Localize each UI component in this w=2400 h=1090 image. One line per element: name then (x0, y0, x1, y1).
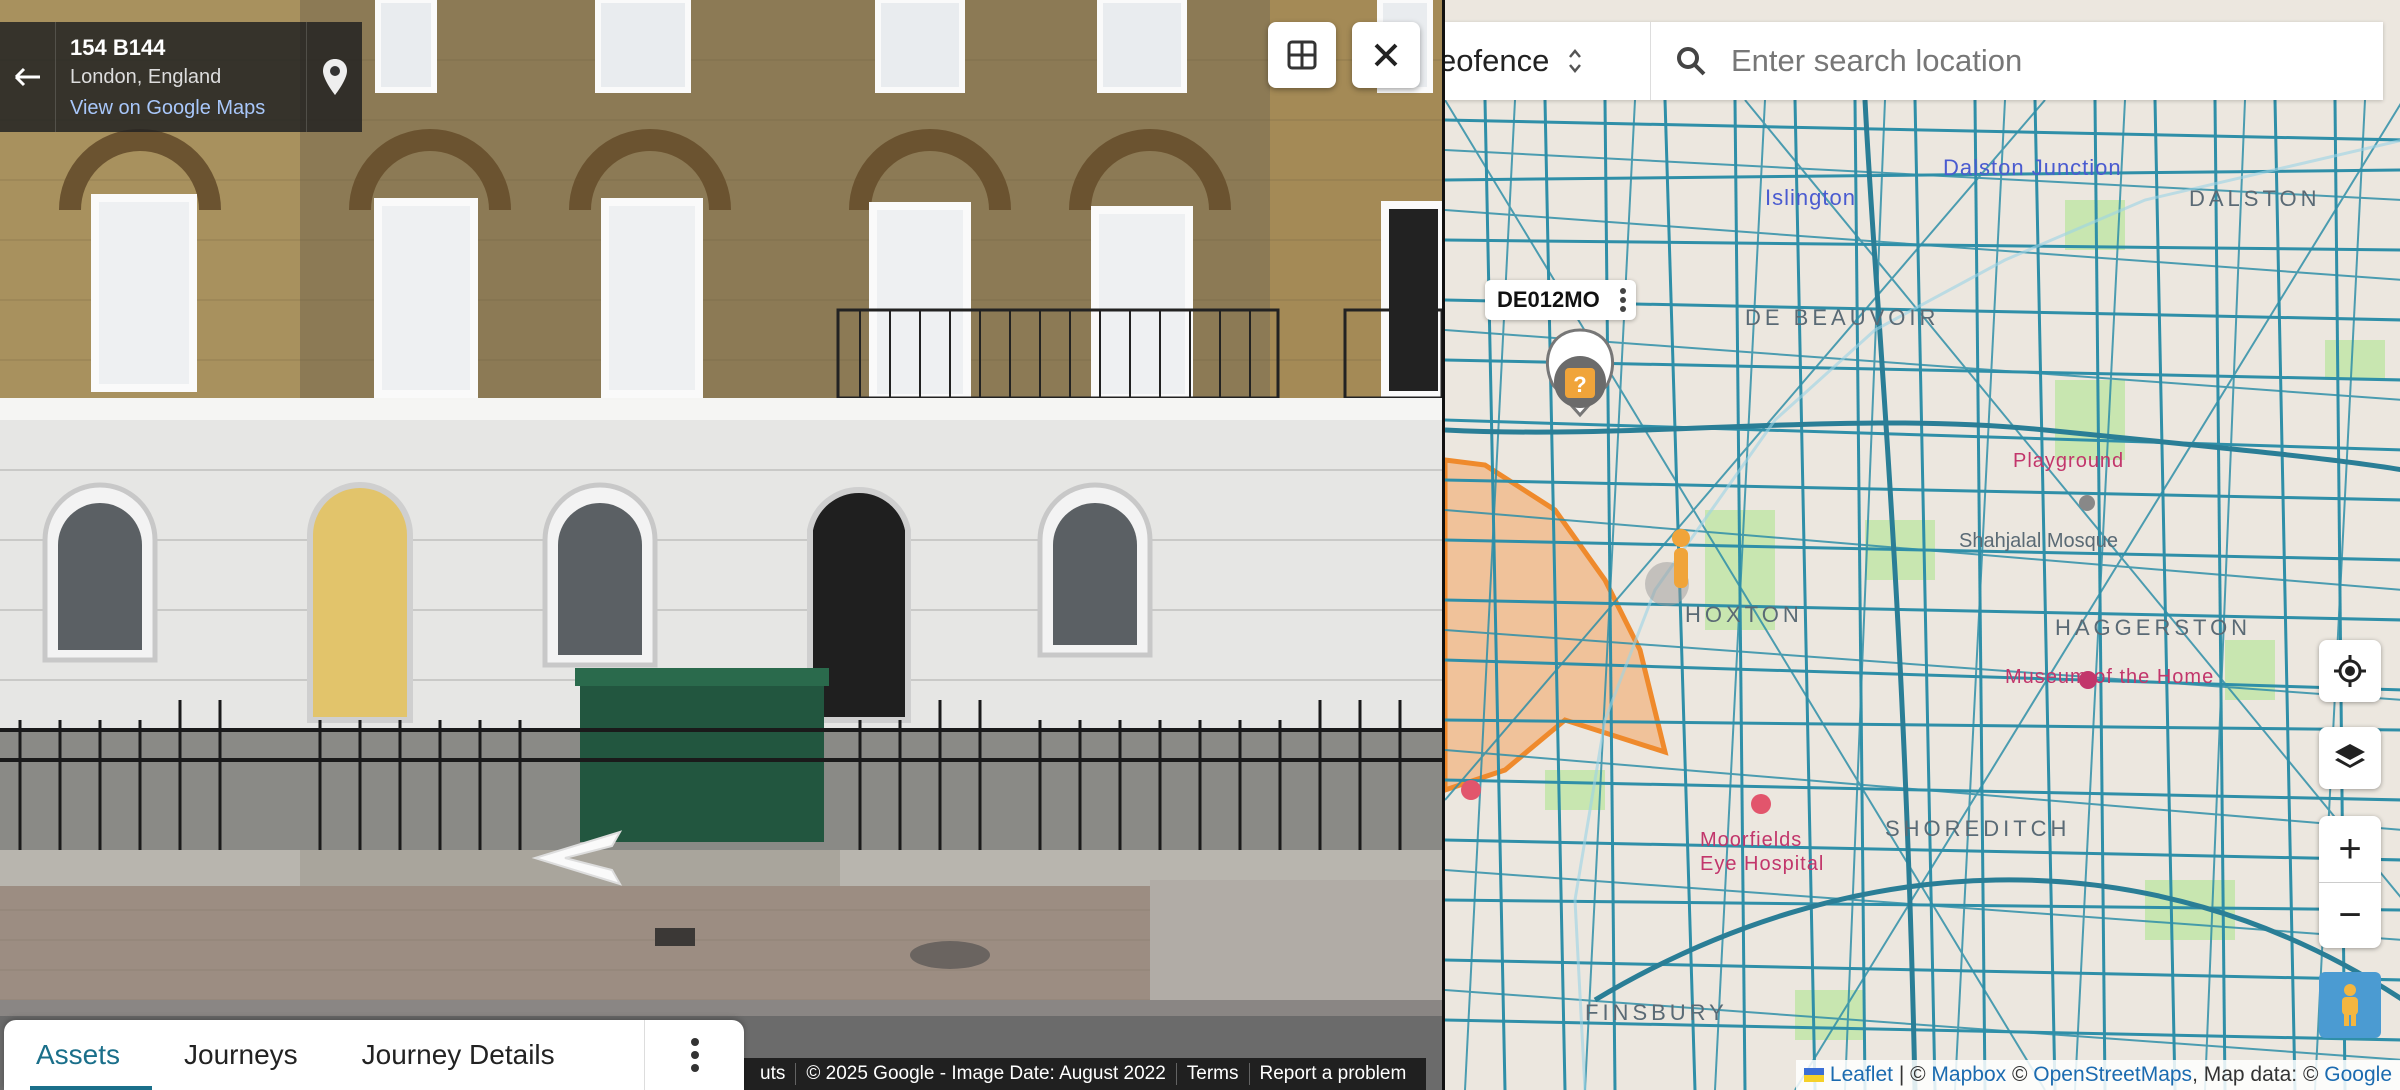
poi-label-moorfields: Moorfields Eye Hospital (1700, 829, 1825, 875)
copyright-text: © 2025 Google - Image Date: August 2022 (795, 1063, 1175, 1085)
zoom-in-button[interactable]: + (2319, 816, 2381, 882)
chevron-up-down-icon (1569, 49, 1582, 73)
area-label-haggerston: HAGGERSTON (2055, 615, 2252, 640)
street-view-pane[interactable]: 154 B144 London, England View on Google … (0, 0, 1442, 1090)
pegman-icon (2342, 984, 2358, 1026)
more-vertical-icon[interactable] (1619, 288, 1626, 312)
hospital-poi-icon[interactable] (1751, 794, 1771, 814)
tab-journeys[interactable]: Journeys (152, 1020, 330, 1090)
bottom-tab-bar: Assets Journeys Journey Details (4, 1020, 744, 1090)
street-view-footer: uts © 2025 Google - Image Date: August 2… (740, 1058, 1427, 1090)
map-canvas[interactable]: ? (1445, 0, 2400, 1090)
map-pane[interactable]: ? DE BEAUVOIR DALSTON HOXTON HAGGERSTON … (1442, 0, 2400, 1090)
area-label-de-beauvoir: DE BEAUVOIR (1745, 305, 1940, 330)
area-label-dalston-junction: Dalston Junction (1943, 155, 2122, 180)
close-icon (1374, 43, 1398, 67)
street-view-pin-button[interactable] (306, 22, 362, 132)
layers-button[interactable] (2319, 727, 2381, 789)
pegman-button[interactable] (2319, 972, 2381, 1038)
geofence-select[interactable]: eofence (1445, 22, 1651, 100)
poi-label-mosque: Shahjalal Mosque (1959, 530, 2118, 552)
area-label-dalston: DALSTON (2189, 186, 2321, 211)
location-title: 154 B144 (70, 35, 166, 60)
location-search (1651, 22, 2383, 100)
leaflet-link[interactable]: Leaflet (1830, 1063, 1893, 1087)
map-attribution: Leaflet | © Mapbox © OpenStreetMaps , Ma… (1795, 1060, 2400, 1090)
pegman-map-marker[interactable] (1672, 529, 1690, 588)
building-view-button[interactable] (1268, 22, 1336, 88)
ukraine-flag-icon (1803, 1068, 1824, 1082)
map-pin-icon (322, 59, 347, 95)
close-street-view-button[interactable] (1352, 22, 1420, 88)
search-icon (1677, 47, 1706, 76)
keyboard-shortcuts-link[interactable]: uts (750, 1063, 795, 1085)
asset-marker-glyph: ? (1573, 372, 1586, 397)
asset-id: DE012MO (1497, 287, 1600, 312)
area-label-islington: Islington (1765, 185, 1856, 210)
geofence-select-label: eofence (1445, 43, 1550, 78)
more-vertical-icon (690, 1038, 699, 1072)
poi-label-playground: Playground (2013, 450, 2125, 472)
tab-assets[interactable]: Assets (4, 1020, 153, 1090)
mapbox-link[interactable]: Mapbox (1931, 1063, 2006, 1087)
terms-link[interactable]: Terms (1175, 1063, 1249, 1085)
area-label-shoreditch: SHOREDITCH (1885, 816, 2071, 841)
poi-icon[interactable] (1461, 780, 1481, 800)
area-label-finsbury: FINSBURY (1585, 1000, 1728, 1025)
map-top-bar: eofence (1445, 22, 2383, 100)
attribution-map-data: , Map data: © (2192, 1063, 2325, 1086)
tab-more-button[interactable] (644, 1020, 744, 1090)
report-problem-link[interactable]: Report a problem (1248, 1063, 1417, 1085)
mosque-poi-icon[interactable] (2079, 495, 2095, 511)
asset-label[interactable]: DE012MO (1485, 280, 1636, 320)
zoom-out-button[interactable]: − (2319, 882, 2381, 948)
search-icon-wrap (1651, 45, 1731, 77)
zoom-controls: + − (2319, 816, 2381, 948)
street-view-location-info: 154 B144 London, England View on Google … (56, 22, 306, 132)
attribution-separator-1: | © (1892, 1063, 1932, 1086)
street-view-back-button[interactable] (0, 22, 56, 132)
crosshair-icon (2334, 655, 2366, 687)
area-label-hoxton: HOXTON (1685, 602, 1803, 627)
tab-journey-details[interactable]: Journey Details (330, 1020, 587, 1090)
locate-me-button[interactable] (2319, 640, 2381, 702)
app-root: 154 B144 London, England View on Google … (0, 0, 2400, 1090)
street-view-location-card: 154 B144 London, England View on Google … (0, 22, 362, 132)
arrow-left-icon (14, 67, 40, 87)
building-icon (1287, 40, 1317, 70)
google-link[interactable]: Google (2324, 1063, 2392, 1087)
attribution-separator-2: © (2006, 1063, 2034, 1086)
street-view-photo[interactable] (0, 0, 1442, 1090)
poi-label-museum: Museum of the Home (2005, 666, 2215, 688)
search-location-input[interactable] (1731, 43, 2383, 79)
openstreetmaps-link[interactable]: OpenStreetMaps (2033, 1063, 2192, 1087)
location-subtitle: London, England (70, 66, 222, 88)
layers-icon (2335, 744, 2365, 768)
view-on-google-maps-link[interactable]: View on Google Maps (70, 92, 292, 124)
